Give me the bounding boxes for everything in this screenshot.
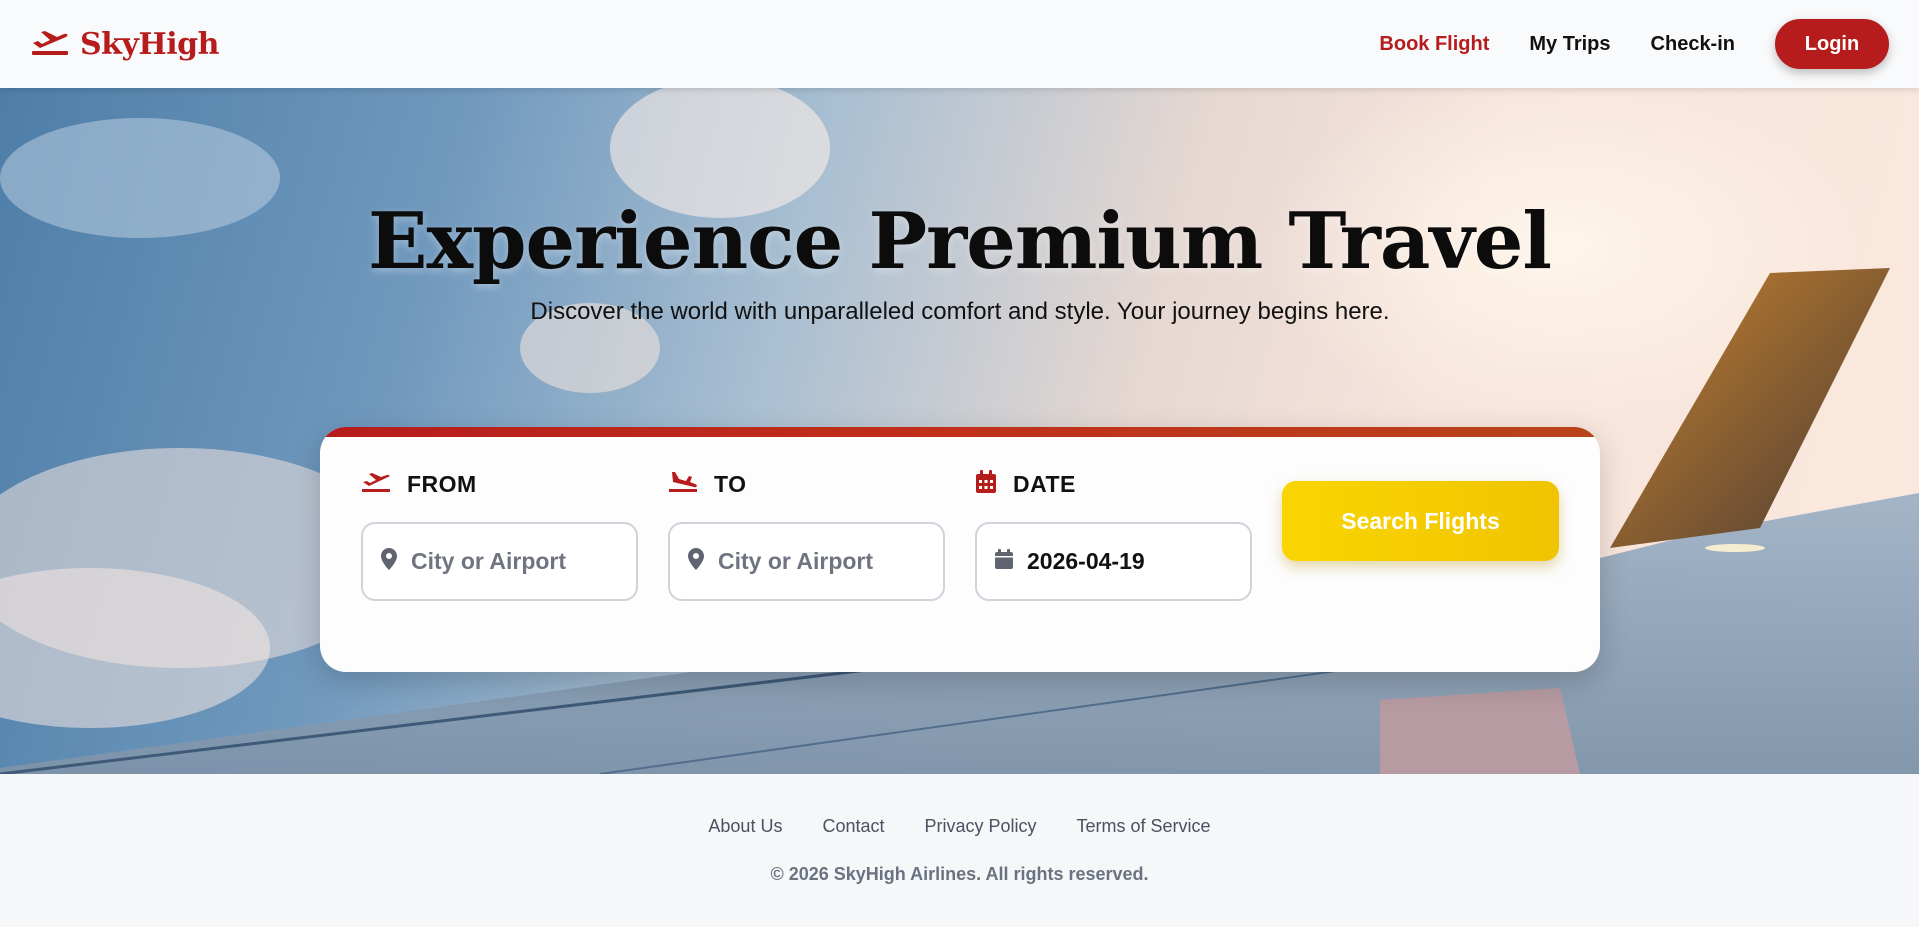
footer-links: About Us Contact Privacy Policy Terms of… — [0, 816, 1919, 837]
plane-departure-icon — [30, 28, 70, 61]
map-pin-icon — [688, 548, 704, 575]
to-input[interactable]: City or Airport — [668, 522, 945, 601]
login-button[interactable]: Login — [1775, 19, 1889, 69]
date-input-value: 2026-04-19 — [1027, 548, 1145, 574]
to-label-text: TO — [714, 471, 747, 497]
date-label-text: DATE — [1013, 471, 1076, 497]
nav-my-trips[interactable]: My Trips — [1529, 33, 1610, 56]
from-input[interactable]: City or Airport — [361, 522, 638, 601]
hero-section: Experience Premium Travel Discover the w… — [0, 88, 1919, 774]
hero-subtitle: Discover the world with unparalleled com… — [530, 298, 1390, 325]
page-footer: About Us Contact Privacy Policy Terms of… — [0, 774, 1919, 927]
from-input-placeholder: City or Airport — [411, 548, 567, 574]
from-label-text: FROM — [407, 471, 477, 497]
plane-arrival-icon — [668, 470, 698, 499]
brand-name: SkyHigh — [80, 26, 219, 62]
from-label: FROM — [361, 470, 477, 499]
main-nav: Book Flight My Trips Check-in Login — [1339, 19, 1889, 69]
map-pin-icon — [381, 548, 397, 575]
date-label: DATE — [975, 470, 1076, 499]
footer-link-terms[interactable]: Terms of Service — [1077, 816, 1211, 837]
to-label: TO — [668, 470, 747, 499]
plane-departure-icon — [361, 470, 391, 499]
footer-link-contact[interactable]: Contact — [822, 816, 884, 837]
top-navbar: SkyHigh Book Flight My Trips Check-in Lo… — [0, 0, 1919, 88]
search-flights-button[interactable]: Search Flights — [1282, 481, 1559, 561]
calendar-icon — [995, 549, 1013, 574]
nav-book-flight[interactable]: Book Flight — [1379, 33, 1489, 56]
nav-check-in[interactable]: Check-in — [1651, 33, 1735, 56]
flight-search-card: FROM City or Airport TO City or Airport … — [320, 427, 1600, 672]
brand-logo[interactable]: SkyHigh — [30, 27, 219, 62]
footer-link-about[interactable]: About Us — [708, 816, 782, 837]
hero-title: Experience Premium Travel — [368, 196, 1552, 287]
copyright-text: © 2026 SkyHigh Airlines. All rights rese… — [770, 864, 1149, 884]
to-input-placeholder: City or Airport — [718, 548, 874, 574]
footer-link-privacy[interactable]: Privacy Policy — [925, 816, 1037, 837]
calendar-icon — [975, 470, 997, 499]
date-input[interactable]: 2026-04-19 — [975, 522, 1252, 601]
card-accent-bar — [320, 427, 1600, 437]
